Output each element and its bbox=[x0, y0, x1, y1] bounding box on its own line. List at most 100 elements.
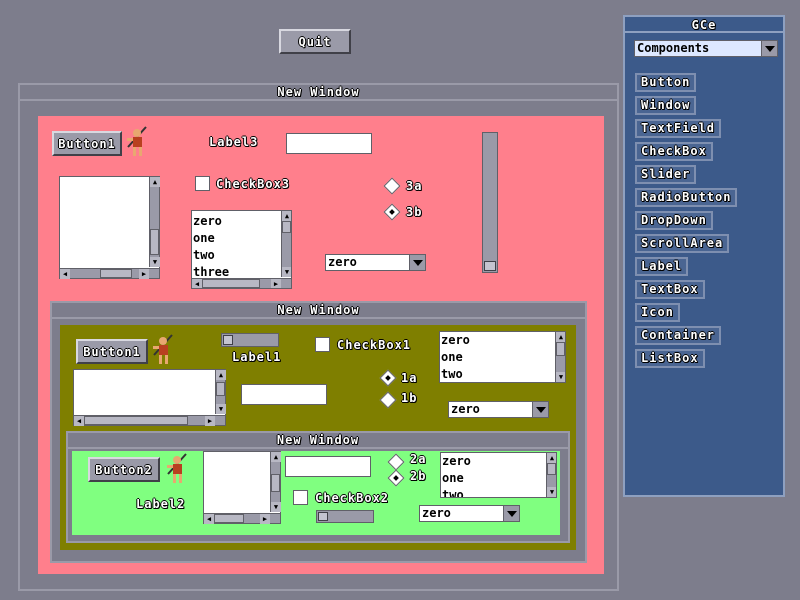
list-item[interactable]: zero bbox=[441, 453, 556, 470]
gce-panel: GCe Components Button Window TextField Chec… bbox=[623, 15, 785, 497]
warrior-icon bbox=[167, 453, 187, 483]
text-field-inner[interactable] bbox=[241, 384, 327, 405]
radio-1b-label: 1b bbox=[401, 391, 418, 405]
horizontal-scrollbar[interactable]: ◀ ▶ bbox=[204, 513, 280, 524]
quit-button[interactable]: Quit bbox=[279, 29, 351, 54]
dropdown-value: zero bbox=[328, 255, 357, 269]
list-items: zero one two three bbox=[192, 211, 291, 281]
horizontal-scrollbar[interactable]: ◀ ▶ bbox=[74, 415, 225, 426]
text-field-green[interactable] bbox=[285, 456, 371, 477]
container-pink: Button1 Label3 ▲ ▼ ◀ ▶ CheckBox3 3a 3b z… bbox=[38, 116, 604, 574]
button1-outer[interactable]: Button1 bbox=[52, 131, 122, 156]
list-box-outer[interactable]: zero one two three ▲ ▼ ◀ ▶ bbox=[191, 210, 292, 289]
text-field-outer[interactable] bbox=[286, 133, 372, 154]
radio-1a[interactable] bbox=[379, 369, 397, 387]
list-items: zero one two bbox=[441, 453, 556, 497]
container-olive: Button1 Label1 CheckBox1 zero one two ▲ … bbox=[60, 325, 576, 550]
list-item[interactable]: one bbox=[192, 230, 291, 247]
label1: Label1 bbox=[232, 350, 282, 364]
vertical-scrollbar[interactable]: ▲ ▼ bbox=[215, 370, 226, 414]
gce-item-checkbox[interactable]: CheckBox bbox=[635, 142, 713, 161]
gce-category-dropdown[interactable]: Components bbox=[634, 40, 778, 57]
vertical-scrollbar[interactable]: ▲ ▼ bbox=[270, 452, 281, 512]
list-item[interactable]: zero bbox=[192, 213, 291, 230]
label2: Label2 bbox=[136, 497, 186, 511]
warrior-icon bbox=[153, 334, 173, 364]
list-item[interactable]: one bbox=[441, 470, 556, 487]
gce-item-button[interactable]: Button bbox=[635, 73, 697, 92]
gce-item-label[interactable]: Label bbox=[635, 257, 689, 276]
list-item[interactable]: two bbox=[440, 366, 565, 382]
radio-2a-label: 2a bbox=[410, 452, 427, 466]
dropdown-outer[interactable]: zero bbox=[325, 254, 426, 271]
checkbox3-label: CheckBox3 bbox=[216, 177, 291, 191]
vertical-scrollbar[interactable]: ▲ ▼ bbox=[149, 177, 160, 267]
vertical-scrollbar[interactable]: ▲ ▼ bbox=[555, 332, 565, 382]
vertical-scrollbar[interactable]: ▲ ▼ bbox=[281, 211, 291, 277]
radio-3a-label: 3a bbox=[406, 179, 423, 193]
gce-item-dropdown[interactable]: DropDown bbox=[635, 211, 713, 230]
gce-item-slider[interactable]: Slider bbox=[635, 165, 697, 184]
list-box-inner[interactable]: zero one two ▲ ▼ bbox=[439, 331, 566, 383]
radio-3b-label: 3b bbox=[406, 205, 423, 219]
gce-item-container[interactable]: Container bbox=[635, 326, 722, 345]
list-item[interactable]: two bbox=[192, 247, 291, 264]
window-title[interactable]: New Window bbox=[20, 85, 617, 101]
chevron-down-icon[interactable] bbox=[532, 402, 548, 417]
window-title[interactable]: New Window bbox=[52, 303, 585, 319]
gce-item-textfield[interactable]: TextField bbox=[635, 119, 722, 138]
button2[interactable]: Button2 bbox=[88, 457, 160, 482]
chevron-down-icon[interactable] bbox=[503, 506, 519, 521]
window-title[interactable]: New Window bbox=[68, 433, 568, 449]
checkbox2[interactable] bbox=[293, 490, 308, 505]
scroll-area-outer[interactable]: ▲ ▼ ◀ ▶ bbox=[59, 176, 160, 279]
warrior-icon bbox=[127, 126, 147, 156]
window-new-1[interactable]: New Window Button1 Label3 ▲ ▼ ◀ ▶ CheckB… bbox=[18, 83, 619, 591]
dropdown-green[interactable]: zero bbox=[419, 505, 520, 522]
gce-title: GCe bbox=[625, 17, 783, 33]
list-box-green[interactable]: zero one two ▲ ▼ bbox=[440, 452, 557, 498]
button1-inner[interactable]: Button1 bbox=[76, 339, 148, 364]
scroll-area-green[interactable]: ▲ ▼ ◀ ▶ bbox=[203, 451, 281, 524]
gce-category-value: Components bbox=[637, 41, 710, 55]
horizontal-scrollbar[interactable]: ◀ ▶ bbox=[192, 278, 291, 288]
dropdown-inner[interactable]: zero bbox=[448, 401, 549, 418]
gce-item-window[interactable]: Window bbox=[635, 96, 697, 115]
window-new-2[interactable]: New Window Button1 Label1 CheckBox1 zero… bbox=[50, 301, 587, 563]
gce-item-listbox[interactable]: ListBox bbox=[635, 349, 705, 368]
horizontal-slider[interactable] bbox=[221, 333, 279, 347]
chevron-down-icon[interactable] bbox=[409, 255, 425, 270]
radio-1a-label: 1a bbox=[401, 371, 418, 385]
gce-item-radiobutton[interactable]: RadioButton bbox=[635, 188, 738, 207]
checkbox2-label: CheckBox2 bbox=[315, 491, 390, 505]
container-green: Button2 Label2 ▲ ▼ ◀ ▶ 2a 2b zero one tw… bbox=[72, 451, 560, 535]
radio-2b[interactable] bbox=[387, 469, 405, 487]
label3: Label3 bbox=[209, 135, 259, 149]
horizontal-slider[interactable] bbox=[316, 510, 374, 523]
vertical-slider[interactable] bbox=[482, 132, 498, 273]
radio-2a[interactable] bbox=[387, 453, 405, 471]
slider-knob[interactable] bbox=[318, 512, 328, 521]
vertical-scrollbar[interactable]: ▲ ▼ bbox=[546, 453, 556, 497]
radio-3b[interactable] bbox=[383, 203, 401, 221]
window-new-3[interactable]: New Window Button2 Label2 ▲ ▼ ◀ ▶ 2a 2b … bbox=[66, 431, 570, 543]
radio-1b[interactable] bbox=[379, 391, 397, 409]
dropdown-value: zero bbox=[422, 506, 451, 520]
gce-item-textbox[interactable]: TextBox bbox=[635, 280, 705, 299]
list-item[interactable]: two bbox=[441, 487, 556, 497]
list-item[interactable]: zero bbox=[440, 332, 565, 349]
slider-knob[interactable] bbox=[484, 261, 496, 271]
chevron-down-icon[interactable] bbox=[761, 41, 777, 56]
gce-item-scrollarea[interactable]: ScrollArea bbox=[635, 234, 730, 253]
checkbox1[interactable] bbox=[315, 337, 330, 352]
gce-item-icon[interactable]: Icon bbox=[635, 303, 680, 322]
slider-knob[interactable] bbox=[223, 335, 233, 345]
scroll-area-inner[interactable]: ▲ ▼ ◀ ▶ bbox=[73, 369, 226, 426]
radio-3a[interactable] bbox=[383, 177, 401, 195]
radio-2b-label: 2b bbox=[410, 469, 427, 483]
horizontal-scrollbar[interactable]: ◀ ▶ bbox=[60, 268, 159, 279]
checkbox3[interactable] bbox=[195, 176, 210, 191]
checkbox1-label: CheckBox1 bbox=[337, 338, 412, 352]
list-item[interactable]: one bbox=[440, 349, 565, 366]
list-items: zero one two bbox=[440, 332, 565, 382]
